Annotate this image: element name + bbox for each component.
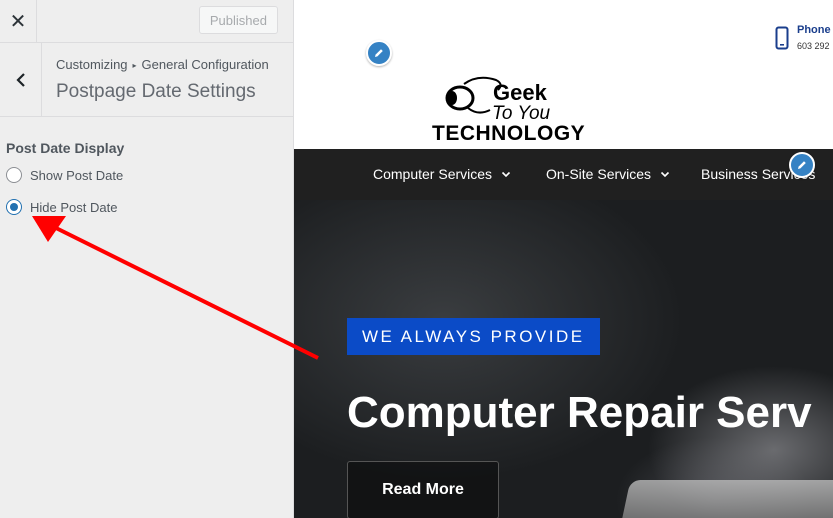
chevron-down-icon [660,171,670,178]
hero-banner: WE ALWAYS PROVIDE Computer Repair Serv R… [294,200,833,518]
published-button[interactable]: Published [198,6,278,34]
pencil-icon [798,161,806,169]
hero-badge: WE ALWAYS PROVIDE [347,318,600,355]
section-header: Customizing ▸ General Configuration Postpa… [0,43,293,117]
section-title: Postpage Date Settings [56,81,256,102]
breadcrumb-root: Customizing [56,57,128,72]
radio-option-show-post-date[interactable]: Show Post Date [6,167,123,183]
nav-item-label: Computer Services [373,166,493,182]
customizer-sidebar: ✕ Published Customizing ▸ General Configur… [0,0,294,518]
breadcrumb-separator-icon: ▸ [132,61,137,70]
phone-label: Phone [797,24,831,36]
mobile-phone-icon [775,26,789,50]
breadcrumb: Customizing ▸ General Configuration [56,57,269,72]
customizer-header: ✕ Published [0,0,293,43]
nav-item-on-site-services[interactable]: On-Site Services [546,166,670,182]
logo-text-line3: TECHNOLOGY [432,122,586,145]
edit-shortcut-button[interactable] [366,40,392,66]
chevron-left-icon [15,72,25,87]
read-more-button[interactable]: Read More [347,461,499,518]
radio-label: Hide Post Date [30,199,118,215]
breadcrumb-parent: General Configuration [141,57,269,72]
radio-button-checked[interactable] [6,199,22,215]
radio-button[interactable] [6,167,22,183]
chevron-down-icon [501,171,511,178]
nav-item-computer-services[interactable]: Computer Services [373,166,511,182]
radio-option-hide-post-date[interactable]: Hide Post Date [6,199,117,215]
main-navigation: Computer Services On-Site Services Busin… [294,149,833,200]
close-icon: ✕ [9,10,27,33]
site-logo[interactable]: Geek To You TECHNOLOGY [430,70,596,146]
edit-shortcut-button[interactable] [789,152,815,178]
hero-device-image [617,480,833,518]
nav-item-label: On-Site Services [546,166,652,182]
close-button[interactable]: ✕ [0,0,37,42]
pencil-icon [375,49,383,57]
back-button[interactable] [0,43,42,116]
site-preview: Geek To You TECHNOLOGY Phone 603 292 Com… [294,0,833,518]
site-header: Geek To You TECHNOLOGY Phone 603 292 [294,0,833,149]
phone-number: 603 292 [797,41,830,51]
radio-label: Show Post Date [30,167,124,183]
hero-title: Computer Repair Serv [347,388,812,437]
control-title: Post Date Display [6,140,125,156]
